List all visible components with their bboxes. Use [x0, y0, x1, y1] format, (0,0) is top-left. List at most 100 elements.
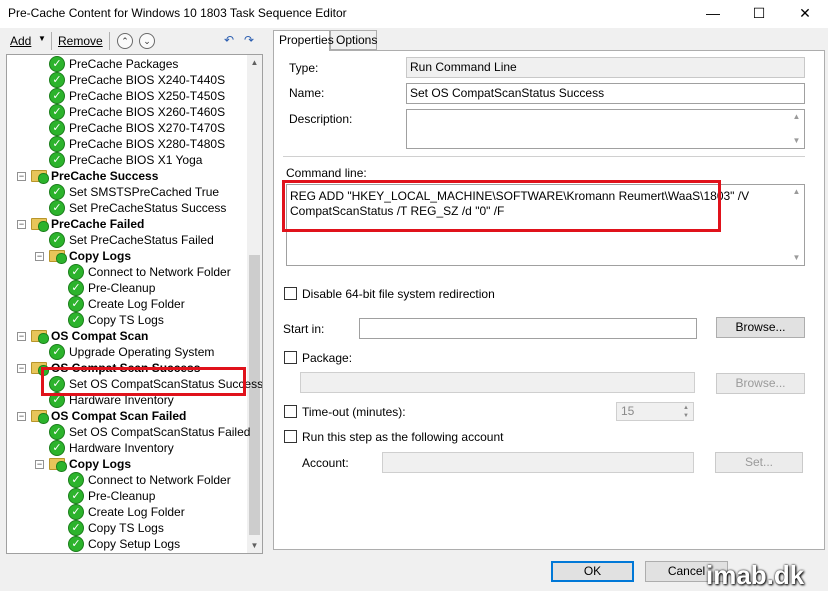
tree-scroll-down-icon[interactable]: ▼ — [247, 538, 262, 553]
package-field — [300, 372, 695, 393]
ok-button[interactable]: OK — [551, 561, 634, 582]
tree-item-label: PreCache Packages — [69, 57, 179, 71]
checkmark-icon: ✓ — [68, 520, 84, 536]
command-scroll-up-icon[interactable]: ▲ — [789, 185, 804, 199]
tree-item-label: PreCache Success — [51, 169, 159, 183]
tree-item-label: Pre-Cleanup — [88, 489, 156, 503]
package-browse-button: Browse... — [716, 373, 805, 394]
tree-item-label: Connect to Network Folder — [88, 473, 231, 487]
tree-item-label: Create Log Folder — [88, 297, 185, 311]
checkmark-icon: ✓ — [68, 488, 84, 504]
tree-scroll-up-icon[interactable]: ▲ — [247, 55, 262, 70]
checkmark-icon: ✓ — [49, 56, 65, 72]
folder-icon — [31, 218, 49, 232]
checkmark-icon: ✓ — [49, 152, 65, 168]
section-divider — [283, 156, 805, 157]
package-label: Package: — [302, 351, 353, 365]
undo-icon[interactable]: ↶ — [220, 33, 238, 49]
description-label: Description: — [289, 112, 353, 126]
collapse-icon[interactable]: − — [35, 460, 44, 469]
command-line-label: Command line: — [286, 166, 367, 180]
tree-item-label: Copy TS Logs — [88, 313, 164, 327]
checkmark-icon: ✓ — [49, 200, 65, 216]
redo-icon[interactable]: ↷ — [240, 33, 258, 49]
tree-item-label: Connect to Network Folder — [88, 265, 231, 279]
pane-splitter[interactable] — [266, 30, 270, 556]
folder-icon — [49, 250, 67, 264]
tree-item-label: PreCache BIOS X1 Yoga — [69, 153, 203, 167]
move-up-icon[interactable]: ⌃ — [117, 33, 133, 49]
checkmark-icon: ✓ — [49, 104, 65, 120]
collapse-icon[interactable]: − — [17, 220, 26, 229]
tree-item-label: Copy Setup Logs — [88, 537, 181, 551]
tree-item-label: Set PreCacheStatus Failed — [69, 233, 214, 247]
description-field[interactable]: ▲ ▼ — [406, 109, 805, 149]
folder-icon — [31, 170, 49, 184]
tree-toolbar: Add ▼ Remove ⌃ ⌄ ↶ ↷ — [0, 30, 266, 52]
checkmark-icon: ✓ — [68, 296, 84, 312]
spin-up-icon: ▲ — [683, 405, 689, 411]
collapse-icon[interactable]: − — [17, 412, 26, 421]
task-sequence-tree[interactable]: ▲ ▼ ✓ PreCache Packages ✓ PreCache BIOS X24… — [6, 54, 263, 554]
account-set-button: Set... — [715, 452, 803, 473]
tree-item-label: Copy Logs — [69, 457, 131, 471]
tree-item-label: PreCache BIOS X260-T460S — [69, 105, 226, 119]
close-button[interactable]: ✕ — [782, 0, 828, 28]
command-line-scrollbar[interactable]: ▲ ▼ — [789, 185, 804, 265]
maximize-button[interactable]: ☐ — [736, 0, 782, 28]
collapse-icon[interactable]: − — [35, 252, 44, 261]
command-scroll-down-icon[interactable]: ▼ — [789, 251, 804, 265]
collapse-icon[interactable]: − — [17, 332, 26, 341]
tree-item-label: Copy Logs — [69, 249, 131, 263]
command-line-highlight — [282, 180, 721, 232]
add-dropdown-icon[interactable]: ▼ — [38, 34, 46, 43]
start-in-browse-button[interactable]: Browse... — [716, 317, 805, 338]
tree-item-label: Upgrade Operating System — [69, 345, 215, 359]
tree-item-label: Create Log Folder — [88, 505, 185, 519]
tree-item-label: Set PreCacheStatus Success — [69, 201, 227, 215]
tree-scroll-thumb[interactable] — [249, 255, 260, 535]
checkmark-icon: ✓ — [49, 88, 65, 104]
name-field[interactable]: Set OS CompatScanStatus Success — [406, 83, 805, 104]
toolbar-separator — [51, 32, 52, 50]
folder-icon — [31, 330, 49, 344]
remove-button[interactable]: Remove — [58, 34, 103, 48]
tab-options[interactable]: Options — [330, 30, 377, 50]
add-button[interactable]: Add — [10, 34, 31, 48]
title-bar: Pre-Cache Content for Windows 10 1803 Ta… — [0, 0, 828, 28]
start-in-label: Start in: — [283, 322, 325, 336]
tree-item-label: Hardware Inventory — [69, 441, 174, 455]
checkmark-icon: ✓ — [68, 472, 84, 488]
timeout-label: Time-out (minutes): — [302, 405, 406, 419]
tree-item-label: Set OS CompatScanStatus Failed — [69, 425, 251, 439]
description-scroll-down-icon[interactable]: ▼ — [789, 134, 804, 148]
folder-icon — [49, 458, 67, 472]
tree-item-label: Pre-Cleanup — [88, 281, 156, 295]
tab-properties[interactable]: Properties — [273, 30, 334, 51]
tree-scrollbar[interactable]: ▲ ▼ — [247, 55, 262, 553]
run-as-checkbox[interactable] — [284, 430, 297, 443]
type-label: Type: — [289, 61, 319, 75]
account-label: Account: — [302, 456, 349, 470]
package-checkbox[interactable] — [284, 351, 297, 364]
description-scroll-up-icon[interactable]: ▲ — [789, 110, 804, 124]
minimize-button[interactable]: — — [690, 0, 736, 28]
checkmark-icon: ✓ — [49, 136, 65, 152]
start-in-field[interactable] — [359, 318, 697, 339]
move-down-icon[interactable]: ⌄ — [139, 33, 155, 49]
description-scrollbar[interactable]: ▲ ▼ — [789, 110, 804, 148]
disable-64bit-checkbox[interactable] — [284, 287, 297, 300]
window-title: Pre-Cache Content for Windows 10 1803 Ta… — [8, 6, 347, 20]
folder-icon — [31, 410, 49, 424]
timeout-checkbox[interactable] — [284, 405, 297, 418]
checkmark-icon: ✓ — [68, 504, 84, 520]
tree-item-label: Copy TS Logs — [88, 521, 164, 535]
checkmark-icon: ✓ — [49, 232, 65, 248]
spin-down-icon: ▼ — [683, 413, 689, 419]
checkmark-icon: ✓ — [68, 312, 84, 328]
collapse-icon[interactable]: − — [17, 172, 26, 181]
name-label: Name: — [289, 86, 325, 100]
watermark-text: imab.dk — [706, 560, 805, 590]
collapse-icon[interactable]: − — [17, 364, 26, 373]
timeout-spinner: 15 ▲ ▼ — [616, 402, 694, 421]
